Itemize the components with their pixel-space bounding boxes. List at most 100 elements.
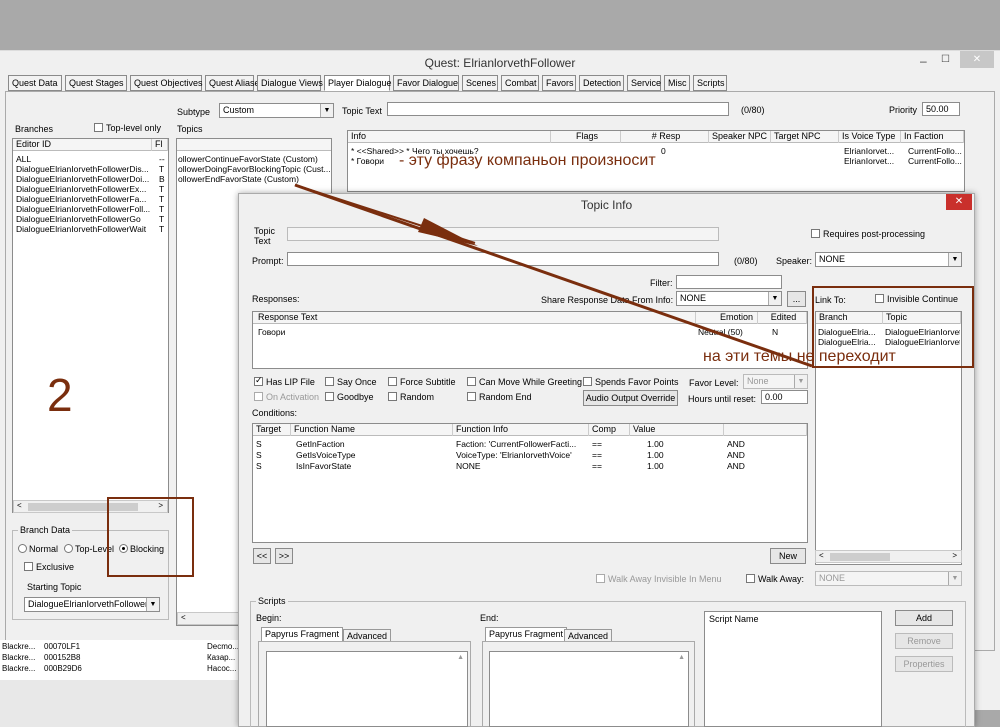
next-info-button[interactable]: >>	[275, 548, 293, 564]
hours-input[interactable]: 0.00	[761, 390, 808, 404]
scroll-thumb[interactable]	[830, 553, 890, 561]
table-row[interactable]: DialogueElrianIorvethFollowerDoi... B	[16, 174, 168, 184]
link-scrollbar[interactable]: < >	[815, 550, 962, 563]
tab-favor-dialogue[interactable]: Favor Dialogue	[393, 75, 459, 91]
subtype-select[interactable]: Custom ▼	[219, 103, 334, 118]
col-voice[interactable]: Is Voice Type	[839, 131, 901, 143]
col-target[interactable]: Target NPC	[771, 131, 839, 143]
scroll-left-icon[interactable]: <	[819, 551, 824, 560]
table-row[interactable]: DialogueElrianIorvethFollowerDis... T	[16, 164, 168, 174]
maximize-button[interactable]: ☐	[941, 54, 957, 65]
starting-topic-select[interactable]: DialogueElrianIorvethFollowerD ▼	[24, 597, 160, 612]
col-edited[interactable]: Edited	[758, 312, 807, 324]
scroll-up-icon[interactable]: ▲	[457, 654, 464, 661]
conditions-table[interactable]: Target Function Name Function Info Comp …	[252, 423, 808, 543]
share-browse-button[interactable]: ...	[787, 291, 806, 307]
new-button[interactable]: New	[770, 548, 806, 564]
tab-player-dialogue[interactable]: Player Dialogue	[324, 75, 392, 91]
list-item[interactable]: ollowerDoingFavorBlockingTopic (Cust...	[178, 164, 330, 174]
topic-text-input[interactable]	[387, 102, 729, 116]
script-name-header[interactable]: Script Name	[709, 614, 759, 624]
tab-quest-aliases[interactable]: Quest Aliases	[205, 75, 264, 91]
minimize-button[interactable]: –	[920, 54, 936, 68]
ti-topic-text-input[interactable]	[287, 227, 719, 241]
begin-script-editor[interactable]: ▲	[266, 651, 468, 727]
tab-quest-objectives[interactable]: Quest Objectives	[130, 75, 203, 91]
table-row[interactable]: S GetIsVoiceType VoiceType: 'ElrianIorveth…	[256, 450, 806, 460]
col-function-name[interactable]: Function Name	[291, 424, 453, 436]
tab-combat[interactable]: Combat	[501, 75, 539, 91]
col-comp[interactable]: Comp	[589, 424, 630, 436]
table-row[interactable]: DialogueElrianIorvethFollowerFa... T	[16, 194, 168, 204]
walk-away-select[interactable]: NONE ▼	[815, 571, 962, 586]
list-item[interactable]: ollowerContinueFavorState (Custom)	[178, 154, 330, 164]
add-script-button[interactable]: Add	[895, 610, 953, 626]
force-subtitle-checkbox[interactable]: Force Subtitle	[388, 377, 456, 387]
col-op[interactable]	[724, 424, 807, 436]
table-row[interactable]: DialogueElrianIorvethFollowerFoll... T	[16, 204, 168, 214]
col-speaker[interactable]: Speaker NPC	[709, 131, 771, 143]
random-checkbox[interactable]: Random	[388, 392, 434, 402]
table-row[interactable]: Говори Neutral (50) N	[256, 327, 806, 337]
col-emotion[interactable]: Emotion	[696, 312, 758, 324]
script-name-list[interactable]: Script Name	[704, 611, 882, 727]
tab-service[interactable]: Service	[627, 75, 661, 91]
col-editor-id[interactable]: Editor ID	[13, 139, 152, 151]
on-activation-checkbox[interactable]: On Activation	[254, 392, 319, 402]
scroll-left-icon[interactable]: <	[17, 501, 22, 510]
col-faction[interactable]: In Faction	[901, 131, 964, 143]
properties-button[interactable]: Properties	[895, 656, 953, 672]
scroll-left-icon[interactable]: <	[181, 613, 186, 622]
has-lip-checkbox[interactable]: Has LIP File	[254, 375, 315, 387]
can-move-checkbox[interactable]: Can Move While Greeting	[467, 377, 582, 387]
tab-favors[interactable]: Favors	[542, 75, 576, 91]
table-row[interactable]: S GetInFaction Faction: 'CurrentFollowerFa…	[256, 439, 806, 449]
filter-input[interactable]	[676, 275, 782, 289]
speaker-select[interactable]: NONE ▼	[815, 252, 962, 267]
tab-dialogue-views[interactable]: Dialogue Views	[257, 75, 323, 91]
scroll-right-icon[interactable]: >	[952, 551, 957, 560]
branch-type-normal[interactable]: Normal	[18, 544, 58, 554]
favor-level-select[interactable]: None ▼	[743, 374, 808, 389]
say-once-checkbox[interactable]: Say Once	[325, 377, 377, 387]
close-button[interactable]: ✕	[960, 51, 994, 68]
col-resp[interactable]: # Resp	[621, 131, 709, 143]
prompt-input[interactable]	[287, 252, 719, 266]
table-row[interactable]: S IsInFavorState NONE == 1.00 AND	[256, 461, 806, 471]
priority-input[interactable]: 50.00	[922, 102, 960, 116]
table-row[interactable]: ALL --	[16, 154, 168, 164]
audio-output-override-button[interactable]: Audio Output Override	[583, 390, 678, 406]
end-papyrus-tab[interactable]: Papyrus Fragment	[485, 627, 568, 641]
begin-papyrus-tab[interactable]: Papyrus Fragment	[261, 627, 344, 641]
col-function-info[interactable]: Function Info	[453, 424, 589, 436]
end-script-editor[interactable]: ▲	[489, 651, 689, 727]
col-value[interactable]: Value	[630, 424, 724, 436]
tab-scripts[interactable]: Scripts	[693, 75, 727, 91]
col-info[interactable]: Info	[348, 131, 551, 143]
walk-away-checkbox[interactable]: Walk Away:	[746, 574, 804, 584]
table-row[interactable]: DialogueElrianIorvethFollowerWait T	[16, 224, 168, 234]
col-target[interactable]: Target	[253, 424, 291, 436]
col-fl[interactable]: Fl	[152, 139, 168, 151]
scroll-up-icon[interactable]: ▲	[678, 654, 685, 661]
prev-info-button[interactable]: <<	[253, 548, 271, 564]
branches-list[interactable]: Editor ID Fl ALL -- DialogueElrianIorvethF…	[12, 138, 169, 513]
topic-info-close-button[interactable]: ✕	[946, 194, 972, 210]
col-flags[interactable]: Flags	[551, 131, 621, 143]
tab-quest-data[interactable]: Quest Data	[8, 75, 62, 91]
table-row[interactable]: DialogueElrianIorvethFollowerGo T	[16, 214, 168, 224]
tab-detection[interactable]: Detection	[579, 75, 624, 91]
list-item[interactable]: ollowerEndFavorState (Custom)	[178, 174, 330, 184]
spends-favor-checkbox[interactable]: Spends Favor Points	[583, 377, 679, 387]
remove-script-button[interactable]: Remove	[895, 633, 953, 649]
tab-misc[interactable]: Misc	[664, 75, 690, 91]
tab-quest-stages[interactable]: Quest Stages	[65, 75, 127, 91]
share-select[interactable]: NONE ▼	[676, 291, 782, 306]
tab-scenes[interactable]: Scenes	[462, 75, 498, 91]
col-response-text[interactable]: Response Text	[253, 312, 696, 324]
random-end-checkbox[interactable]: Random End	[467, 392, 532, 402]
goodbye-checkbox[interactable]: Goodbye	[325, 392, 374, 402]
top-level-only-checkbox[interactable]: Top-level only	[94, 123, 161, 133]
exclusive-checkbox[interactable]: Exclusive	[24, 562, 74, 572]
requires-post-checkbox[interactable]: Requires post-processing	[811, 229, 925, 239]
